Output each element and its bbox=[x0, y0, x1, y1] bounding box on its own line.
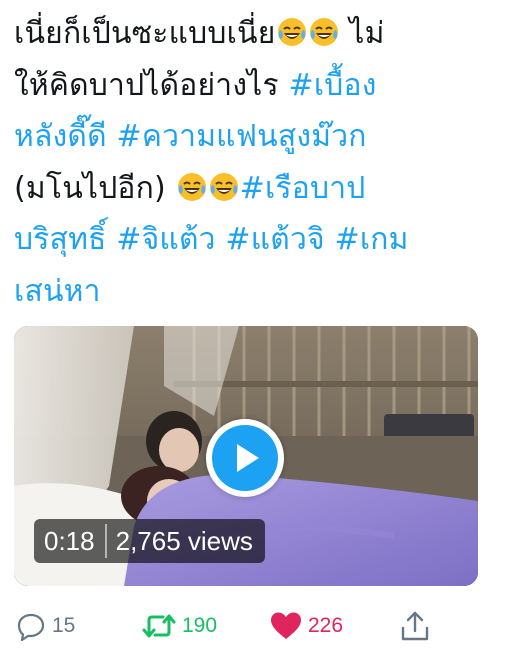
video-player[interactable]: 0:18 2,765 views bbox=[14, 326, 478, 586]
retweet-icon bbox=[142, 614, 176, 638]
tweet-line-2: ให้คิดบาปได้อย่างไร #เบื้อง bbox=[14, 60, 496, 112]
retweet-button[interactable]: 190 bbox=[142, 606, 217, 646]
tweet-line-3: หลังดี๊ดี #ความแฟนสูงม๊วก bbox=[14, 111, 496, 163]
like-count: 226 bbox=[308, 614, 344, 637]
reply-icon bbox=[17, 613, 45, 641]
tweet-text-segment: ไม่ bbox=[339, 16, 385, 51]
heart-icon bbox=[271, 612, 301, 639]
face-with-tears-of-joy-icon bbox=[177, 172, 206, 201]
hashtag-link[interactable]: #เบื้อง bbox=[289, 68, 377, 103]
face-with-tears-of-joy-icon bbox=[277, 18, 306, 46]
face-with-tears-of-joy-icon bbox=[209, 172, 238, 201]
reply-count: 15 bbox=[52, 614, 76, 637]
play-button-circle bbox=[212, 425, 278, 491]
tweet-line-4: (มโนไปอีก) #เรือบาป bbox=[14, 163, 496, 215]
tweet-action-bar: 15 190 226 bbox=[14, 606, 444, 646]
video-meta-overlay: 0:18 2,765 views bbox=[34, 519, 265, 563]
video-view-count: 2,765 views bbox=[115, 525, 253, 556]
hashtag-link[interactable]: เสน่หา bbox=[14, 274, 101, 309]
like-button[interactable]: 226 bbox=[270, 606, 343, 646]
tweet-text-segment: (มโนไปอีก) bbox=[14, 170, 176, 206]
tweet-line-1: เนี่ยก็เป็นซะแบบเนี่ย ไม่ bbox=[14, 8, 496, 60]
play-button[interactable] bbox=[206, 419, 284, 497]
retweet-count: 190 bbox=[182, 614, 218, 637]
hashtag-link[interactable]: หลังดี๊ดี #ความแฟนสูงม๊วก bbox=[14, 119, 367, 154]
hashtag-link[interactable]: บริสุทธิ์ #จิแต้ว #แต้วจิ #เกม bbox=[14, 222, 409, 257]
share-button[interactable] bbox=[400, 606, 430, 646]
tweet-text-segment: ให้คิดบาปได้อย่างไร bbox=[14, 67, 289, 103]
tweet-text-segment: เนี่ยก็เป็นซะแบบเนี่ย bbox=[14, 16, 276, 51]
share-icon bbox=[401, 611, 429, 641]
video-duration: 0:18 bbox=[44, 525, 95, 556]
tweet-line-6: เสน่หา bbox=[14, 266, 496, 318]
tweet-line-5: บริสุทธิ์ #จิแต้ว #แต้วจิ #เกม bbox=[14, 214, 496, 266]
tweet-text: เนี่ยก็เป็นซะแบบเนี่ย ไม่ ให้คิดบาปได้อย… bbox=[14, 8, 496, 317]
hashtag-link[interactable]: #เรือบาป bbox=[240, 171, 366, 206]
play-icon bbox=[237, 444, 259, 472]
face-with-tears-of-joy-icon bbox=[309, 18, 338, 46]
reply-button[interactable]: 15 bbox=[16, 606, 75, 646]
